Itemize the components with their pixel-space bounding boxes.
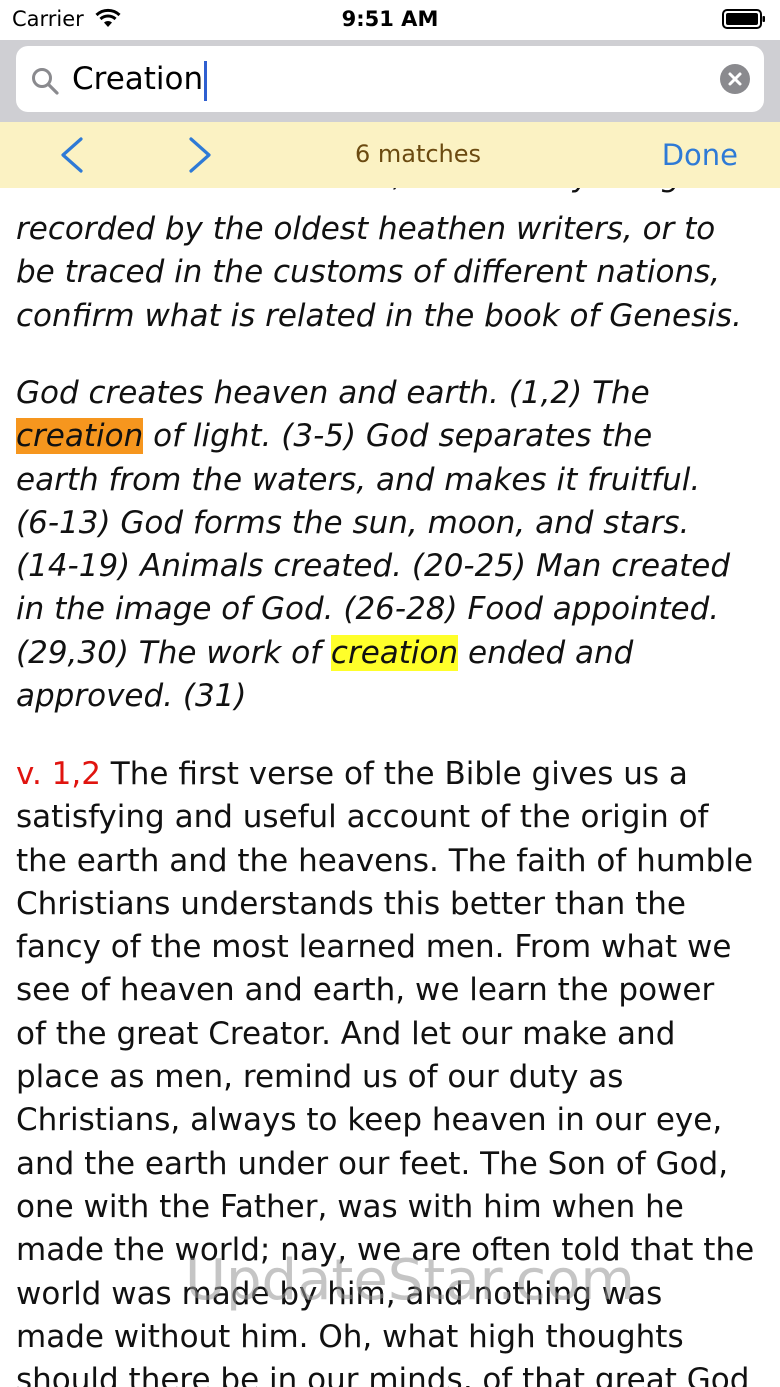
search-input-text: Creation (72, 61, 204, 97)
search-bar: Creation (0, 40, 780, 122)
text-span: ended and (458, 634, 634, 671)
find-toolbar: 6 matches Done (0, 122, 780, 188)
paragraph-intro: recorded by the oldest heathen writers, … (16, 208, 776, 338)
status-bar: Carrier 9:51 AM (0, 0, 780, 40)
text-line: in the image of God. (26-28) Food appoin… (16, 591, 720, 628)
text-line: of the great Creator. And let our make a… (16, 1015, 676, 1052)
text-line: fancy of the most learned men. From what… (16, 929, 732, 966)
text-line: Christians understands this better than … (16, 885, 686, 922)
text-line: place as men, remind us of our duty as (16, 1059, 624, 1096)
battery-icon (722, 9, 765, 29)
text-line: see of heaven and earth, we learn the po… (16, 972, 715, 1009)
text-line: creation of light. (3-5) God separates t… (16, 415, 776, 458)
text-caret (204, 60, 208, 101)
paragraph-summary: God creates heaven and earth. (1,2) The … (16, 372, 776, 718)
text-line: v. 1,2 The first verse of the Bible give… (16, 753, 776, 796)
text-span: The first verse of the Bible gives us a (100, 756, 688, 792)
watermark: UpdateStar.com (185, 1248, 635, 1313)
text-line: recorded by the oldest heathen writers, … (16, 211, 716, 247)
current-match-highlight[interactable]: creation (16, 418, 144, 455)
text-line: (6-13) God forms the sun, moon, and star… (16, 504, 690, 541)
text-line: (29,30) The work of creation ended and (16, 632, 776, 675)
text-line: be traced in the customs of different na… (16, 254, 721, 291)
status-time: 9:51 AM (341, 7, 439, 31)
text-span: (29,30) The work of (16, 634, 331, 671)
search-field[interactable]: Creation (16, 46, 764, 112)
done-button[interactable]: Done (662, 122, 738, 188)
text-line: (14-19) Animals created. (20-25) Man cre… (16, 548, 730, 585)
commentary-text: exists that contradicts it, while many t… (0, 188, 780, 1387)
text-line: approved. (31) (16, 678, 247, 715)
text-line: should there be in our minds, of that gr… (16, 1362, 750, 1387)
clear-search-icon[interactable] (720, 64, 750, 94)
text-line: one with the Father, was with him when h… (16, 1188, 684, 1225)
text-line: confirm what is related in the book of G… (16, 297, 742, 334)
text-line: the earth and the heavens. The faith of … (16, 842, 754, 879)
text-line: God creates heaven and earth. (1,2) The (16, 375, 650, 411)
text-line: Christians, always to keep heaven in our… (16, 1102, 723, 1139)
search-icon (32, 68, 59, 95)
text-line: earth from the waters, and makes it frui… (16, 461, 701, 498)
cut-off-line: exists that contradicts it, while many t… (16, 188, 776, 198)
text-span: of light. (3-5) God separates the (143, 418, 653, 455)
search-input[interactable]: Creation (72, 46, 208, 112)
verse-reference-link[interactable]: v. 1,2 (16, 756, 101, 792)
text-line: satisfying and useful account of the ori… (16, 799, 709, 836)
text-line: and the earth under our feet. The Son of… (16, 1145, 729, 1182)
match-highlight[interactable]: creation (330, 634, 459, 671)
text-line: made without him. Oh, what high thoughts (16, 1318, 684, 1355)
